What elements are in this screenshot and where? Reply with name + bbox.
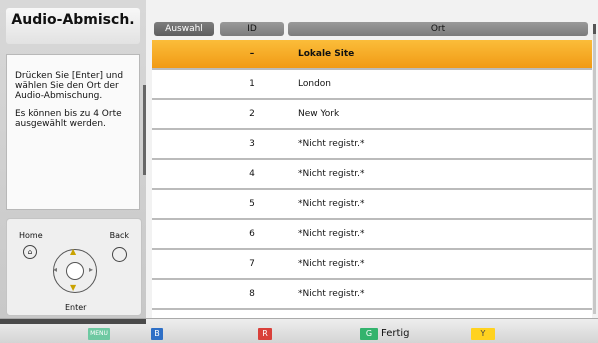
row-id: 5 <box>249 199 255 209</box>
row-location: Lokale Site <box>298 49 355 59</box>
table-scrollbar-thumb[interactable] <box>593 24 596 34</box>
table-row[interactable]: 7 *Nicht registr.* <box>152 250 592 280</box>
arrow-down-icon: ▼ <box>70 283 77 292</box>
footer-divider <box>0 319 146 324</box>
back-icon <box>112 247 127 262</box>
enter-icon <box>66 262 84 280</box>
panel-title: Audio-Abmisch. <box>6 8 140 44</box>
row-location: New York <box>298 109 340 119</box>
row-location: *Nicht registr.* <box>298 259 365 269</box>
row-id: 8 <box>249 289 255 299</box>
yellow-key-icon[interactable]: Y <box>471 328 495 340</box>
back-label: Back <box>109 231 129 240</box>
row-id: – <box>249 49 255 59</box>
row-id: 7 <box>249 259 255 269</box>
table-row[interactable]: 6 *Nicht registr.* <box>152 220 592 250</box>
row-location: *Nicht registr.* <box>298 289 365 299</box>
table-row[interactable]: 5 *Nicht registr.* <box>152 190 592 220</box>
row-location: *Nicht registr.* <box>298 229 365 239</box>
arrow-right-icon: ▸ <box>89 265 94 274</box>
help-text-1: Drücken Sie [Enter] und wählen Sie den O… <box>15 71 124 101</box>
row-id: 3 <box>249 139 255 149</box>
row-id: 4 <box>249 169 255 179</box>
header-id: ID <box>220 22 284 36</box>
remote-guide: Home Back ⌂ ▲ ▼ ◂ ▸ Enter <box>6 218 142 316</box>
table-header: Auswahl ID Ort <box>152 22 592 36</box>
row-id: 2 <box>249 109 255 119</box>
table-row[interactable]: – Lokale Site <box>152 40 592 70</box>
header-location: Ort <box>288 22 588 36</box>
row-id: 6 <box>249 229 255 239</box>
home-icon: ⌂ <box>23 245 37 259</box>
row-location: London <box>298 79 331 89</box>
row-location: *Nicht registr.* <box>298 169 365 179</box>
row-location: *Nicht registr.* <box>298 199 365 209</box>
table-row[interactable]: 4 *Nicht registr.* <box>152 160 592 190</box>
table-scrollbar[interactable] <box>593 24 596 314</box>
arrow-up-icon: ▲ <box>70 247 77 256</box>
row-id: 1 <box>249 79 255 89</box>
table-row[interactable]: 3 *Nicht registr.* <box>152 130 592 160</box>
table-body: – Lokale Site 1 London 2 New York 3 *Nicht regi… <box>152 40 592 340</box>
red-key-icon[interactable]: R <box>258 328 272 340</box>
done-label: Fertig <box>381 328 410 339</box>
table-row[interactable]: 2 New York <box>152 100 592 130</box>
header-select: Auswahl <box>154 22 214 36</box>
green-key-icon[interactable]: G <box>360 328 378 340</box>
table-row[interactable]: 1 London <box>152 70 592 100</box>
blue-key-icon[interactable]: B <box>151 328 163 340</box>
help-scrollbar[interactable] <box>143 85 146 175</box>
help-text-box: Drücken Sie [Enter] und wählen Sie den O… <box>6 54 140 210</box>
row-location: *Nicht registr.* <box>298 139 365 149</box>
footer-bar: MENU B R G Fertig Y <box>0 318 598 343</box>
home-label: Home <box>19 231 43 240</box>
help-text-2: Es können bis zu 4 Orte ausgewählt werde… <box>15 109 122 129</box>
left-panel: Audio-Abmisch. Drücken Sie [Enter] und w… <box>0 0 146 318</box>
table-row[interactable]: 8 *Nicht registr.* <box>152 280 592 310</box>
arrow-left-icon: ◂ <box>53 265 58 274</box>
enter-label: Enter <box>65 303 87 312</box>
menu-key-icon[interactable]: MENU <box>88 328 110 340</box>
